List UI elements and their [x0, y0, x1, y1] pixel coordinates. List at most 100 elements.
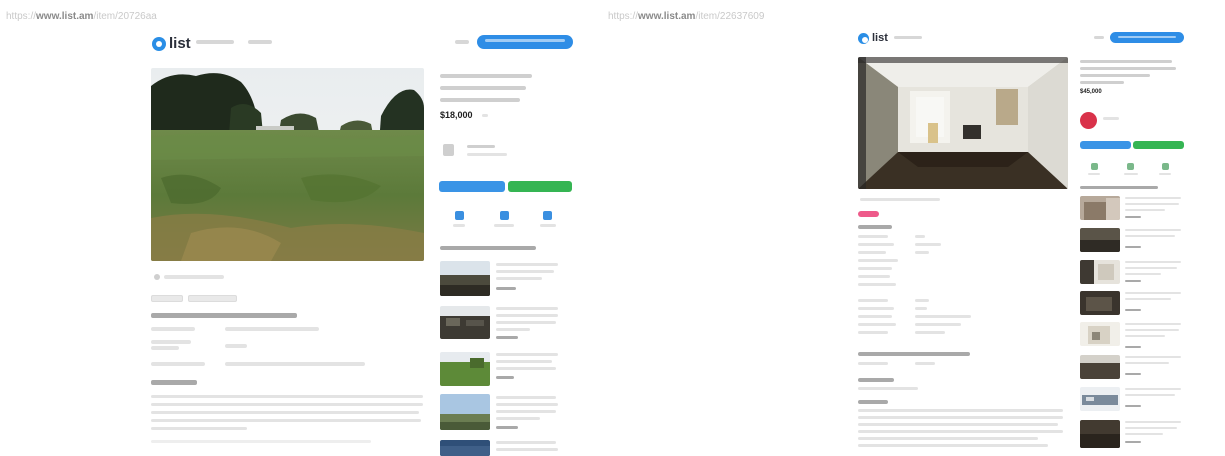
similar-ad-title[interactable]: [496, 417, 540, 420]
spec-label: [151, 327, 195, 331]
similar-ad-title[interactable]: [1125, 235, 1175, 237]
location-text[interactable]: [164, 275, 224, 279]
similar-ad-title[interactable]: [1125, 323, 1181, 325]
similar-ad-title[interactable]: [1125, 261, 1181, 263]
similar-ad-title[interactable]: [496, 353, 558, 356]
similar-ad-title[interactable]: [496, 448, 558, 451]
spec-value: [225, 344, 247, 348]
similar-ad-title[interactable]: [496, 410, 556, 413]
similar-ad-title[interactable]: [1125, 273, 1161, 275]
post-ad-button[interactable]: [1110, 32, 1184, 43]
similar-ad-thumb[interactable]: [440, 352, 490, 386]
similar-ad-title[interactable]: [496, 314, 558, 317]
similar-ad-title[interactable]: [496, 277, 542, 280]
url-host: www.list.am: [36, 11, 94, 22]
site-logo[interactable]: list: [152, 35, 191, 52]
similar-ad-thumb[interactable]: [440, 394, 490, 430]
share-icon[interactable]: [1127, 163, 1134, 170]
post-ad-button[interactable]: [477, 35, 573, 49]
share-icon[interactable]: [500, 211, 509, 220]
currency-dropdown[interactable]: [482, 114, 488, 117]
flag-icon[interactable]: [543, 211, 552, 220]
listing-main-photo[interactable]: [858, 57, 1068, 189]
similar-ad-title[interactable]: [496, 360, 552, 363]
similar-ad-thumb[interactable]: [440, 261, 490, 296]
similar-ad-thumb[interactable]: [1080, 420, 1120, 448]
call-button[interactable]: [439, 181, 505, 192]
share-label: [1124, 173, 1138, 175]
similar-ad-title[interactable]: [1125, 394, 1175, 396]
similar-ad-title[interactable]: [1125, 209, 1165, 211]
spec-label: [858, 323, 896, 326]
similar-ad-title[interactable]: [1125, 292, 1181, 294]
similar-ad-thumb[interactable]: [440, 440, 490, 456]
address-bar-url[interactable]: https://www.list.am/item/22637609: [608, 11, 764, 22]
listing-title-line: [1080, 74, 1150, 77]
seller-avatar[interactable]: [1080, 112, 1097, 129]
spec-label: [858, 362, 888, 365]
location-text[interactable]: [860, 198, 940, 201]
similar-ad-thumb[interactable]: [440, 306, 490, 339]
similar-ad-title[interactable]: [496, 367, 556, 370]
similar-ad-title[interactable]: [1125, 203, 1179, 205]
similar-ad-title[interactable]: [1125, 335, 1165, 337]
heart-icon[interactable]: [455, 211, 464, 220]
similar-ads-heading: [440, 246, 536, 250]
similar-ad-title[interactable]: [496, 263, 558, 266]
call-button[interactable]: [1080, 141, 1131, 149]
nav-login-link[interactable]: [455, 40, 469, 44]
listing-main-photo[interactable]: [151, 68, 424, 261]
category-tag[interactable]: [858, 211, 879, 217]
nav-category-link[interactable]: [196, 40, 234, 44]
message-button[interactable]: [1133, 141, 1184, 149]
region-tag[interactable]: [188, 295, 237, 302]
similar-ad-title[interactable]: [1125, 356, 1181, 358]
similar-ad-title[interactable]: [1125, 298, 1171, 300]
similar-ad-title[interactable]: [496, 270, 554, 273]
similar-ad-thumb[interactable]: [1080, 260, 1120, 284]
similar-ad-title[interactable]: [1125, 427, 1177, 429]
similar-ad-thumb[interactable]: [1080, 291, 1120, 315]
similar-ad-thumb[interactable]: [1080, 355, 1120, 379]
seller-name[interactable]: [467, 145, 495, 148]
similar-ad-thumb[interactable]: [1080, 387, 1120, 411]
spec-value: [915, 362, 935, 365]
similar-ad-title[interactable]: [496, 328, 530, 331]
similar-ad-thumb[interactable]: [1080, 228, 1120, 252]
nav-language-link[interactable]: [248, 40, 272, 44]
similar-ad-title[interactable]: [1125, 229, 1181, 231]
spec-label: [151, 346, 179, 350]
amenities-line: [858, 387, 918, 390]
similar-ad-title[interactable]: [1125, 362, 1169, 364]
flag-icon[interactable]: [1162, 163, 1169, 170]
similar-ad-title[interactable]: [496, 441, 556, 444]
similar-ad-thumb[interactable]: [1080, 196, 1120, 220]
description-line: [858, 430, 1063, 433]
similar-ad-thumb[interactable]: [1080, 322, 1120, 346]
similar-ad-title[interactable]: [1125, 329, 1179, 331]
heart-icon[interactable]: [1091, 163, 1098, 170]
address-bar-url[interactable]: https://www.list.am/item/20726aa: [6, 11, 157, 22]
similar-ad-title[interactable]: [1125, 388, 1181, 390]
similar-ad-title[interactable]: [496, 307, 558, 310]
similar-ad-price: [1125, 280, 1141, 282]
similar-ad-title[interactable]: [496, 403, 558, 406]
similar-ad-title[interactable]: [1125, 421, 1181, 423]
similar-ads-heading: [1080, 186, 1158, 189]
category-tag[interactable]: [151, 295, 183, 302]
site-logo[interactable]: list: [858, 32, 888, 44]
seller-name[interactable]: [1103, 117, 1119, 120]
message-button[interactable]: [508, 181, 572, 192]
similar-ad-title[interactable]: [1125, 267, 1177, 269]
nav-login-link[interactable]: [1094, 36, 1104, 39]
similar-ad-title[interactable]: [1125, 197, 1181, 199]
spec-value: [225, 327, 319, 331]
seller-avatar[interactable]: [443, 144, 454, 156]
nav-category-link[interactable]: [894, 36, 922, 39]
similar-ad-title[interactable]: [496, 396, 556, 399]
spec-value: [915, 299, 929, 302]
similar-ad-title[interactable]: [1125, 433, 1163, 435]
description-line: [858, 444, 1048, 447]
description-line: [858, 416, 1063, 419]
similar-ad-title[interactable]: [496, 321, 556, 324]
